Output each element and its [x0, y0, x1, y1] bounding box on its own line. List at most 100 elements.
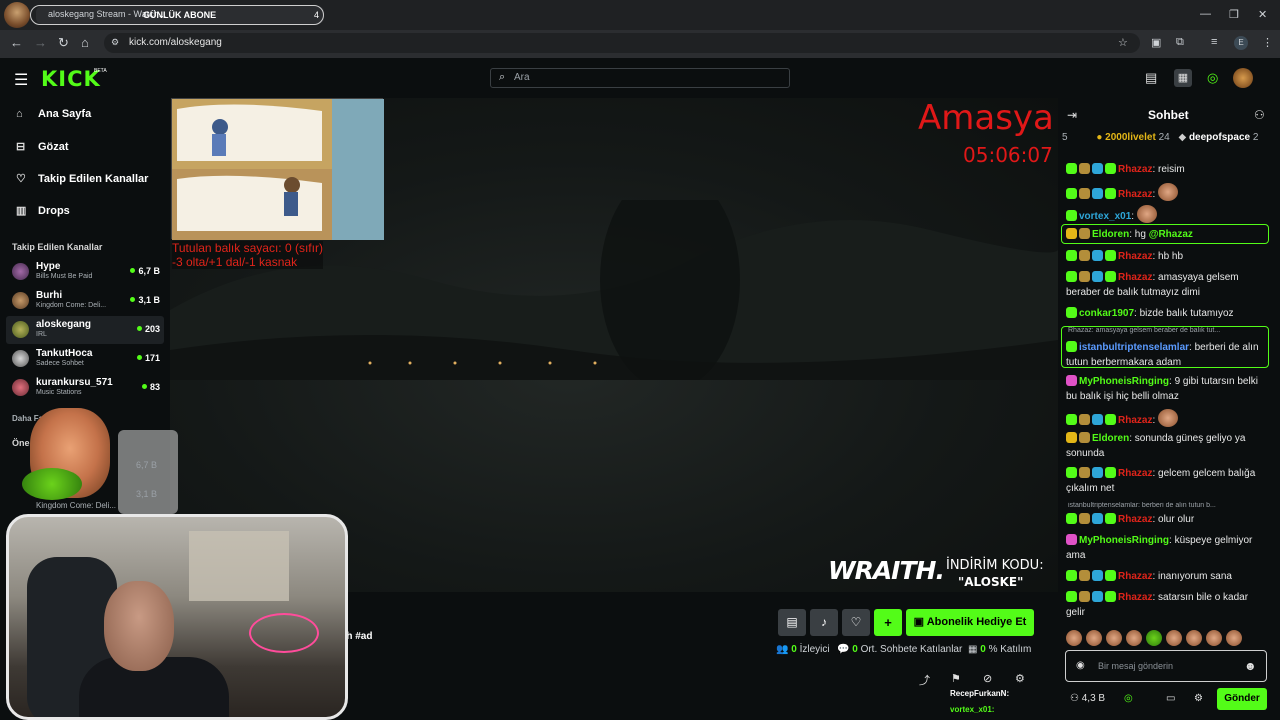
- chat-username[interactable]: istanbultriptenselamlar: [1079, 342, 1189, 353]
- emote-icon[interactable]: [1086, 630, 1102, 646]
- emote-icon[interactable]: [1106, 630, 1122, 646]
- cast-icon[interactable]: ▣: [1151, 36, 1161, 49]
- chat-text: hb hb: [1158, 251, 1184, 262]
- menu-dots-icon[interactable]: ⋮: [1262, 36, 1273, 49]
- nav-browse[interactable]: ⊟ Gözat: [16, 140, 69, 153]
- nav-drops[interactable]: ▥ Drops: [16, 204, 70, 217]
- url-box[interactable]: [104, 33, 1140, 53]
- chat-badge-icon: [1105, 513, 1116, 524]
- share-icon[interactable]: ⤴: [919, 672, 930, 688]
- emote-icon[interactable]: [1186, 630, 1202, 646]
- chat-message: Rhazaz: gelcem gelcem balığa çıkalım net: [1066, 466, 1262, 496]
- chat-username[interactable]: Rhazaz: [1118, 571, 1152, 582]
- channel-item-burhi[interactable]: Burhi Kingdom Come: Deli... 3,1 B: [6, 287, 164, 315]
- channel-item-tankuthoca[interactable]: TankutHoca Sadece Sohbet 171: [6, 345, 164, 373]
- chat-username[interactable]: Rhazaz: [1118, 592, 1152, 603]
- chat-username[interactable]: conkar1907: [1079, 308, 1134, 319]
- reply-preview[interactable]: Rhazaz: amasyaya gelsem beraber de balık…: [1068, 327, 1264, 334]
- layout-icon[interactable]: ▦: [1174, 69, 1192, 87]
- leaderboard-user[interactable]: 2000livelet: [1105, 132, 1156, 143]
- emoji-icon[interactable]: ☻: [1244, 659, 1257, 673]
- hamburger-menu-icon[interactable]: ☰: [14, 70, 28, 90]
- emote-icon: [1136, 205, 1157, 223]
- chat-username[interactable]: Rhazaz: [1118, 514, 1152, 525]
- channel-item-hype[interactable]: Hype Bills Must Be Paid 6,7 B: [6, 258, 164, 286]
- emote-icon[interactable]: [1206, 630, 1222, 646]
- search-input[interactable]: [490, 68, 790, 88]
- notification-button[interactable]: ♪: [810, 609, 838, 636]
- hide-icon[interactable]: ⊘: [983, 672, 992, 685]
- nav-home[interactable]: ⌂ Ana Sayfa: [16, 108, 91, 120]
- channel-name: aloskegang: [36, 319, 92, 330]
- viewer-count: 3,1 B: [138, 295, 160, 305]
- bookmark-star-icon[interactable]: ☆: [1118, 36, 1128, 49]
- recommended-heading: Öne: [12, 438, 30, 448]
- chat-badge-icon: [1105, 467, 1116, 478]
- live-dot-icon: [130, 297, 136, 302]
- emote-icon[interactable]: [1166, 630, 1182, 646]
- subscribe-button[interactable]: +: [874, 609, 902, 636]
- kick-coin-icon[interactable]: ◎: [1207, 70, 1218, 86]
- report-icon[interactable]: ⚑: [951, 672, 961, 685]
- beta-label: BETA: [94, 68, 107, 74]
- emote-icon[interactable]: [1066, 630, 1082, 646]
- forward-arrow-icon[interactable]: →: [34, 35, 47, 50]
- send-button[interactable]: Gönder: [1217, 688, 1267, 710]
- chat-username[interactable]: MyPhoneisRinging: [1079, 376, 1169, 387]
- chat-username[interactable]: vortex_x01: [1079, 211, 1131, 222]
- chat-separator: :: [1131, 211, 1137, 222]
- gift-sub-button[interactable]: ▣ Abonelik Hediye Et: [906, 609, 1034, 636]
- chat-username[interactable]: Rhazaz: [1118, 415, 1152, 426]
- user-avatar[interactable]: [1233, 68, 1253, 88]
- minimize-button[interactable]: —: [1200, 8, 1211, 20]
- shore-lights: [368, 361, 597, 365]
- theater-mode-icon[interactable]: ▤: [1145, 70, 1157, 86]
- chat-username[interactable]: Rhazaz: [1118, 189, 1152, 200]
- home-icon[interactable]: ⌂: [81, 35, 89, 50]
- follow-button[interactable]: ♡: [842, 609, 870, 636]
- reload-icon[interactable]: ↻: [58, 35, 69, 51]
- close-window-button[interactable]: ✕: [1258, 8, 1267, 21]
- chat-users-icon[interactable]: ⚇: [1254, 108, 1265, 122]
- back-arrow-icon[interactable]: ←: [10, 35, 23, 50]
- extensions-icon[interactable]: ⧉: [1176, 36, 1184, 49]
- emote-icon[interactable]: [1226, 630, 1242, 646]
- chat-badge-icon: [1079, 271, 1090, 282]
- chat-message: Rhazaz: reisim: [1066, 162, 1262, 177]
- maximize-button[interactable]: ❐: [1229, 8, 1239, 21]
- nav-following[interactable]: ♡ Takip Edilen Kanallar: [16, 172, 148, 185]
- url-text[interactable]: kick.com/aloskegang: [129, 37, 222, 48]
- mini-chat-user: RecepFurkanN:: [950, 689, 1010, 698]
- settings-icon[interactable]: ⚙: [1015, 672, 1025, 685]
- chat-username[interactable]: MyPhoneisRinging: [1079, 535, 1169, 546]
- collapse-chat-icon[interactable]: ⇥: [1067, 108, 1077, 122]
- live-dot-icon: [136, 355, 142, 360]
- chat-badge-icon: [1105, 414, 1116, 425]
- emote-picker-icon[interactable]: ◉: [1076, 660, 1085, 671]
- chat-username[interactable]: Eldoren: [1092, 229, 1129, 240]
- chat-username[interactable]: Rhazaz: [1118, 251, 1152, 262]
- leaderboard-user[interactable]: deepofspace: [1189, 132, 1250, 143]
- profile-icon[interactable]: E: [1234, 36, 1248, 50]
- kick-points-icon[interactable]: ◎: [1124, 693, 1133, 704]
- chat-username[interactable]: Rhazaz: [1118, 272, 1152, 283]
- chat-bubble-icon[interactable]: ▭: [1166, 693, 1175, 704]
- site-info-icon[interactable]: ⚙: [111, 37, 119, 48]
- chat-badge-icon: [1092, 467, 1103, 478]
- overlay-category: Kingdom Come: Deli...: [36, 501, 117, 510]
- chat-username[interactable]: Eldoren: [1092, 433, 1129, 444]
- fish-counter-line1: Tutulan balık sayacı: 0 (sıfır): [172, 241, 323, 255]
- chat-username[interactable]: Rhazaz: [1118, 468, 1152, 479]
- clip-button[interactable]: ▤: [778, 609, 806, 636]
- chat-settings-icon[interactable]: ⚙: [1194, 693, 1203, 704]
- media-list-icon[interactable]: ≡: [1211, 36, 1217, 48]
- channel-item-aloskegang[interactable]: aloskegang IRL 203: [6, 316, 164, 344]
- kick-logo[interactable]: KICK: [41, 67, 101, 91]
- emote-icon[interactable]: [1126, 630, 1142, 646]
- channel-item-kurankursu[interactable]: kurankursu_571 Music Stations 83: [6, 374, 164, 402]
- reply-preview[interactable]: istanbultriptenselamlar: berberi de alın…: [1068, 502, 1264, 509]
- emote-icon[interactable]: [1146, 630, 1162, 646]
- chat-mention[interactable]: @Rhazaz: [1149, 229, 1193, 240]
- viewer-count: 6,7 B: [138, 266, 160, 276]
- chat-username[interactable]: Rhazaz: [1118, 164, 1152, 175]
